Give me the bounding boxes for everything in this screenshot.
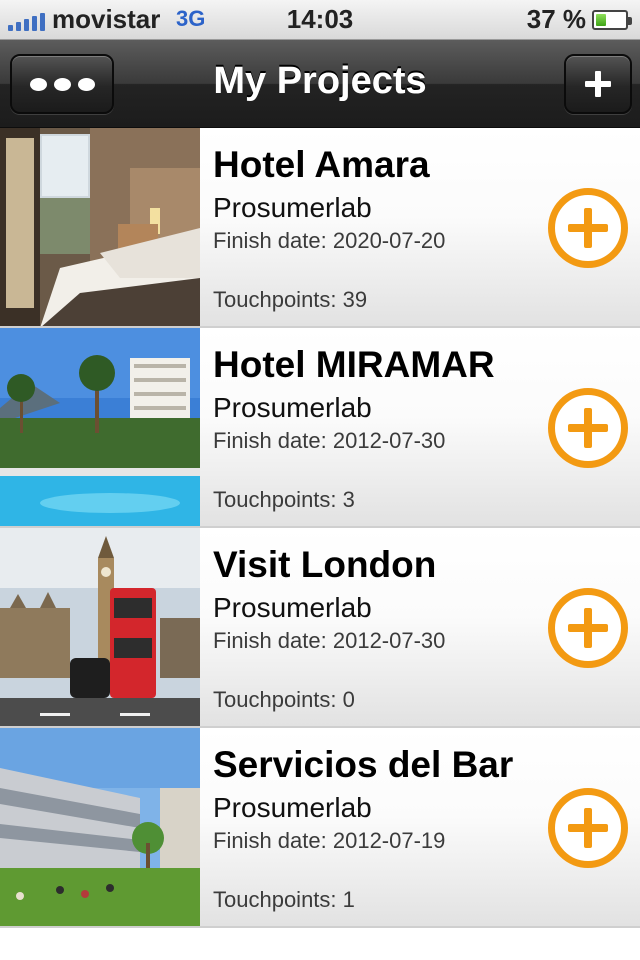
project-thumbnail-hotel-pool (0, 328, 200, 526)
finish-date-value: 2012-07-19 (332, 828, 446, 853)
finish-date-label: Finish date: (213, 428, 327, 453)
project-company: Prosumerlab (213, 792, 372, 823)
project-company: Prosumerlab (213, 392, 372, 423)
project-row[interactable]: Servicios del Bar Prosumerlab Finish dat… (0, 728, 640, 928)
project-company: Prosumerlab (213, 592, 372, 623)
touchpoints-label: Touchpoints: (213, 887, 337, 912)
project-finish-date: Finish date: 2012-07-19 (213, 828, 445, 854)
touchpoints-value: 1 (342, 887, 355, 912)
finish-date-value: 2012-07-30 (332, 428, 446, 453)
finish-date-value: 2012-07-30 (332, 628, 446, 653)
battery-percent: 37 % (526, 4, 586, 34)
navigation-bar: My Projects (0, 40, 640, 128)
status-bar: movistar 3G 14:03 37 % (0, 0, 640, 40)
project-touchpoints: Touchpoints: 3 (213, 487, 355, 513)
project-title: Servicios del Bar (213, 744, 514, 785)
touchpoints-value: 0 (342, 687, 355, 712)
project-thumbnail-hotel-room (0, 128, 200, 326)
finish-date-label: Finish date: (213, 228, 327, 253)
project-thumbnail-campus (0, 728, 200, 926)
add-project-button[interactable] (564, 54, 632, 114)
touchpoints-label: Touchpoints: (213, 287, 337, 312)
project-thumbnail-london (0, 528, 200, 726)
plus-icon (585, 71, 611, 97)
project-touchpoints: Touchpoints: 39 (213, 287, 367, 313)
battery-icon (592, 10, 632, 30)
finish-date-label: Finish date: (213, 628, 327, 653)
project-touchpoints: Touchpoints: 0 (213, 687, 355, 713)
add-touchpoint-plus-circle-icon[interactable] (548, 388, 628, 468)
project-row[interactable]: Hotel MIRAMAR Prosumerlab Finish date: 2… (0, 328, 640, 528)
project-finish-date: Finish date: 2012-07-30 (213, 428, 445, 454)
touchpoints-label: Touchpoints: (213, 687, 337, 712)
project-list: Hotel Amara Prosumerlab Finish date: 202… (0, 128, 640, 928)
project-finish-date: Finish date: 2020-07-20 (213, 228, 445, 254)
project-finish-date: Finish date: 2012-07-30 (213, 628, 445, 654)
project-row[interactable]: Visit London Prosumerlab Finish date: 20… (0, 528, 640, 728)
project-company: Prosumerlab (213, 192, 372, 223)
touchpoints-value: 3 (342, 487, 355, 512)
add-touchpoint-plus-circle-icon[interactable] (548, 588, 628, 668)
add-touchpoint-plus-circle-icon[interactable] (548, 188, 628, 268)
page-title: My Projects (213, 60, 427, 102)
add-touchpoint-plus-circle-icon[interactable] (548, 788, 628, 868)
touchpoints-label: Touchpoints: (213, 487, 337, 512)
touchpoints-value: 39 (342, 287, 368, 312)
finish-date-label: Finish date: (213, 828, 327, 853)
project-title: Hotel MIRAMAR (213, 344, 495, 385)
project-row[interactable]: Hotel Amara Prosumerlab Finish date: 202… (0, 128, 640, 328)
finish-date-value: 2020-07-20 (332, 228, 446, 253)
project-title: Visit London (213, 544, 437, 585)
project-title: Hotel Amara (213, 144, 430, 185)
project-touchpoints: Touchpoints: 1 (213, 887, 355, 913)
